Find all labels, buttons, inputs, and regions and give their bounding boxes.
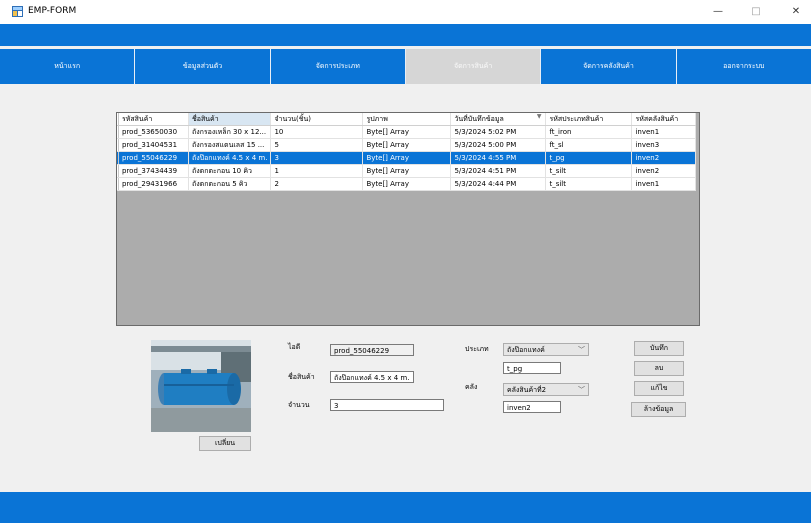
clear-button[interactable]: ล้างข้อมูล: [631, 402, 686, 417]
menu-manage-inventory[interactable]: จัดการคลังสินค้า: [541, 49, 677, 84]
cell-type-id[interactable]: ft_sl: [545, 138, 633, 152]
type-label: ประเภท: [465, 345, 489, 353]
cell-product-id[interactable]: prod_55046229: [118, 151, 189, 165]
cell-inventory-id[interactable]: inven3: [631, 138, 697, 152]
menu-logout[interactable]: ออกจากระบบ: [676, 49, 811, 84]
col-header-inventory-id[interactable]: รหัสคลังสินค้า: [631, 113, 697, 126]
change-image-button[interactable]: เปลี่ยน: [199, 436, 251, 451]
col-header-product-id[interactable]: รหัสสินค้า: [118, 113, 189, 126]
product-id-field[interactable]: prod_55046229: [330, 344, 414, 356]
cell-type-id[interactable]: ft_iron: [545, 125, 633, 139]
cell-product-name[interactable]: ถังตกตะกอน 5 คิว: [188, 177, 272, 191]
cell-product-name[interactable]: ถังกรองเหล็ก 30 x 12...: [188, 125, 272, 139]
cell-image[interactable]: Byte[] Array: [362, 125, 452, 139]
cell-product-name[interactable]: ถังป๊อกแทงค์ 4.5 x 4 m.: [188, 151, 272, 165]
delete-button[interactable]: ลบ: [634, 361, 684, 376]
product-table: รหัสสินค้า ชื่อสินค้า จำนวน(ชิ้น) รูปภาพ…: [117, 113, 697, 191]
table-row-selected[interactable]: prod_55046229 ถังป๊อกแทงค์ 4.5 x 4 m. 3 …: [117, 151, 697, 165]
cell-inventory-id[interactable]: inven1: [631, 125, 697, 139]
table-row[interactable]: prod_29431966 ถังตกตะกอน 5 คิว 2 Byte[] …: [117, 177, 697, 191]
inventory-select[interactable]: คลังสินค้าที่2 ﹀: [503, 383, 589, 396]
app-form-icon: [12, 6, 23, 17]
close-button[interactable]: ✕: [785, 4, 807, 20]
cell-image[interactable]: Byte[] Array: [362, 164, 452, 178]
col-header-product-name[interactable]: ชื่อสินค้า: [188, 113, 272, 126]
cell-inventory-id[interactable]: inven2: [631, 164, 697, 178]
window-titlebar: EMP-FORM — □ ✕: [0, 0, 811, 24]
cell-quantity[interactable]: 1: [270, 164, 364, 178]
cell-inventory-id[interactable]: inven2: [631, 151, 697, 165]
menu-home[interactable]: หน้าแรก: [0, 49, 136, 84]
tank-photo-icon: [151, 340, 251, 432]
save-button[interactable]: บันทึก: [634, 341, 684, 356]
footer-band: [0, 492, 811, 523]
col-header-date[interactable]: วันที่บันทึกข้อมูล ▼: [450, 113, 547, 126]
cell-date[interactable]: 5/3/2024 5:02 PM: [450, 125, 547, 139]
type-select-value: ถังป๊อกแทงค์: [507, 346, 545, 354]
cell-image[interactable]: Byte[] Array: [362, 151, 452, 165]
cell-date[interactable]: 5/3/2024 4:55 PM: [450, 151, 547, 165]
inventory-label: คลัง: [465, 383, 478, 391]
col-header-quantity[interactable]: จำนวน(ชิ้น): [270, 113, 364, 126]
cell-quantity[interactable]: 2: [270, 177, 364, 191]
header-band: [0, 24, 811, 46]
quantity-label: จำนวน: [288, 401, 310, 409]
cell-image[interactable]: Byte[] Array: [362, 138, 452, 152]
cell-type-id[interactable]: t_silt: [545, 164, 633, 178]
cell-product-id[interactable]: prod_31404531: [118, 138, 189, 152]
cell-type-id[interactable]: t_pg: [545, 151, 633, 165]
product-name-field[interactable]: ถังป๊อกแทงค์ 4.5 x 4 m.: [330, 371, 414, 383]
sort-desc-icon: ▼: [536, 113, 542, 120]
table-row[interactable]: prod_31404531 ถังกรองสแตนเลส 15 ... 5 By…: [117, 138, 697, 152]
menu-profile[interactable]: ข้อมูลส่วนตัว: [135, 49, 271, 84]
product-name-label: ชื่อสินค้า: [288, 373, 315, 381]
main-menu: หน้าแรก ข้อมูลส่วนตัว จัดการประเภท จัดกา…: [0, 49, 811, 84]
inventory-code-field[interactable]: inven2: [503, 401, 561, 413]
product-image: [151, 340, 251, 432]
cell-type-id[interactable]: t_silt: [545, 177, 633, 191]
cell-date[interactable]: 5/3/2024 4:44 PM: [450, 177, 547, 191]
inventory-select-value: คลังสินค้าที่2: [507, 386, 547, 394]
cell-date[interactable]: 5/3/2024 5:00 PM: [450, 138, 547, 152]
cell-product-name[interactable]: ถังกรองสแตนเลส 15 ...: [188, 138, 272, 152]
grid-body: prod_53650030 ถังกรองเหล็ก 30 x 12... 10…: [117, 125, 697, 191]
col-header-date-label: วันที่บันทึกข้อมูล: [454, 114, 504, 123]
chevron-down-icon: ﹀: [578, 346, 585, 354]
cell-product-id[interactable]: prod_53650030: [118, 125, 189, 139]
cell-inventory-id[interactable]: inven1: [631, 177, 697, 191]
cell-quantity[interactable]: 3: [270, 151, 364, 165]
col-header-image[interactable]: รูปภาพ: [362, 113, 452, 126]
cell-product-id[interactable]: prod_37434439: [118, 164, 189, 178]
edit-button[interactable]: แก้ไข: [634, 381, 684, 396]
minimize-button[interactable]: —: [707, 4, 729, 20]
cell-product-id[interactable]: prod_29431966: [118, 177, 189, 191]
menu-manage-products[interactable]: จัดการสินค้า: [405, 49, 542, 84]
type-select[interactable]: ถังป๊อกแทงค์ ﹀: [503, 343, 589, 356]
product-grid[interactable]: รหัสสินค้า ชื่อสินค้า จำนวน(ชิ้น) รูปภาพ…: [116, 112, 700, 326]
product-id-label: ไอดี: [288, 343, 301, 351]
cell-quantity[interactable]: 5: [270, 138, 364, 152]
type-code-field[interactable]: t_pg: [503, 362, 561, 374]
chevron-down-icon: ﹀: [578, 386, 585, 394]
table-row[interactable]: prod_53650030 ถังกรองเหล็ก 30 x 12... 10…: [117, 125, 697, 139]
menu-manage-types[interactable]: จัดการประเภท: [270, 49, 406, 84]
window-title: EMP-FORM: [28, 6, 77, 16]
quantity-field[interactable]: 3: [330, 399, 444, 411]
cell-image[interactable]: Byte[] Array: [362, 177, 452, 191]
table-row[interactable]: prod_37434439 ถังตกตะกอน 10 คิว 1 Byte[]…: [117, 164, 697, 178]
maximize-button[interactable]: □: [745, 4, 767, 20]
grid-header-row: รหัสสินค้า ชื่อสินค้า จำนวน(ชิ้น) รูปภาพ…: [117, 113, 697, 126]
col-header-type-id[interactable]: รหัสประเภทสินค้า: [545, 113, 633, 126]
cell-date[interactable]: 5/3/2024 4:51 PM: [450, 164, 547, 178]
cell-quantity[interactable]: 10: [270, 125, 364, 139]
cell-product-name[interactable]: ถังตกตะกอน 10 คิว: [188, 164, 272, 178]
